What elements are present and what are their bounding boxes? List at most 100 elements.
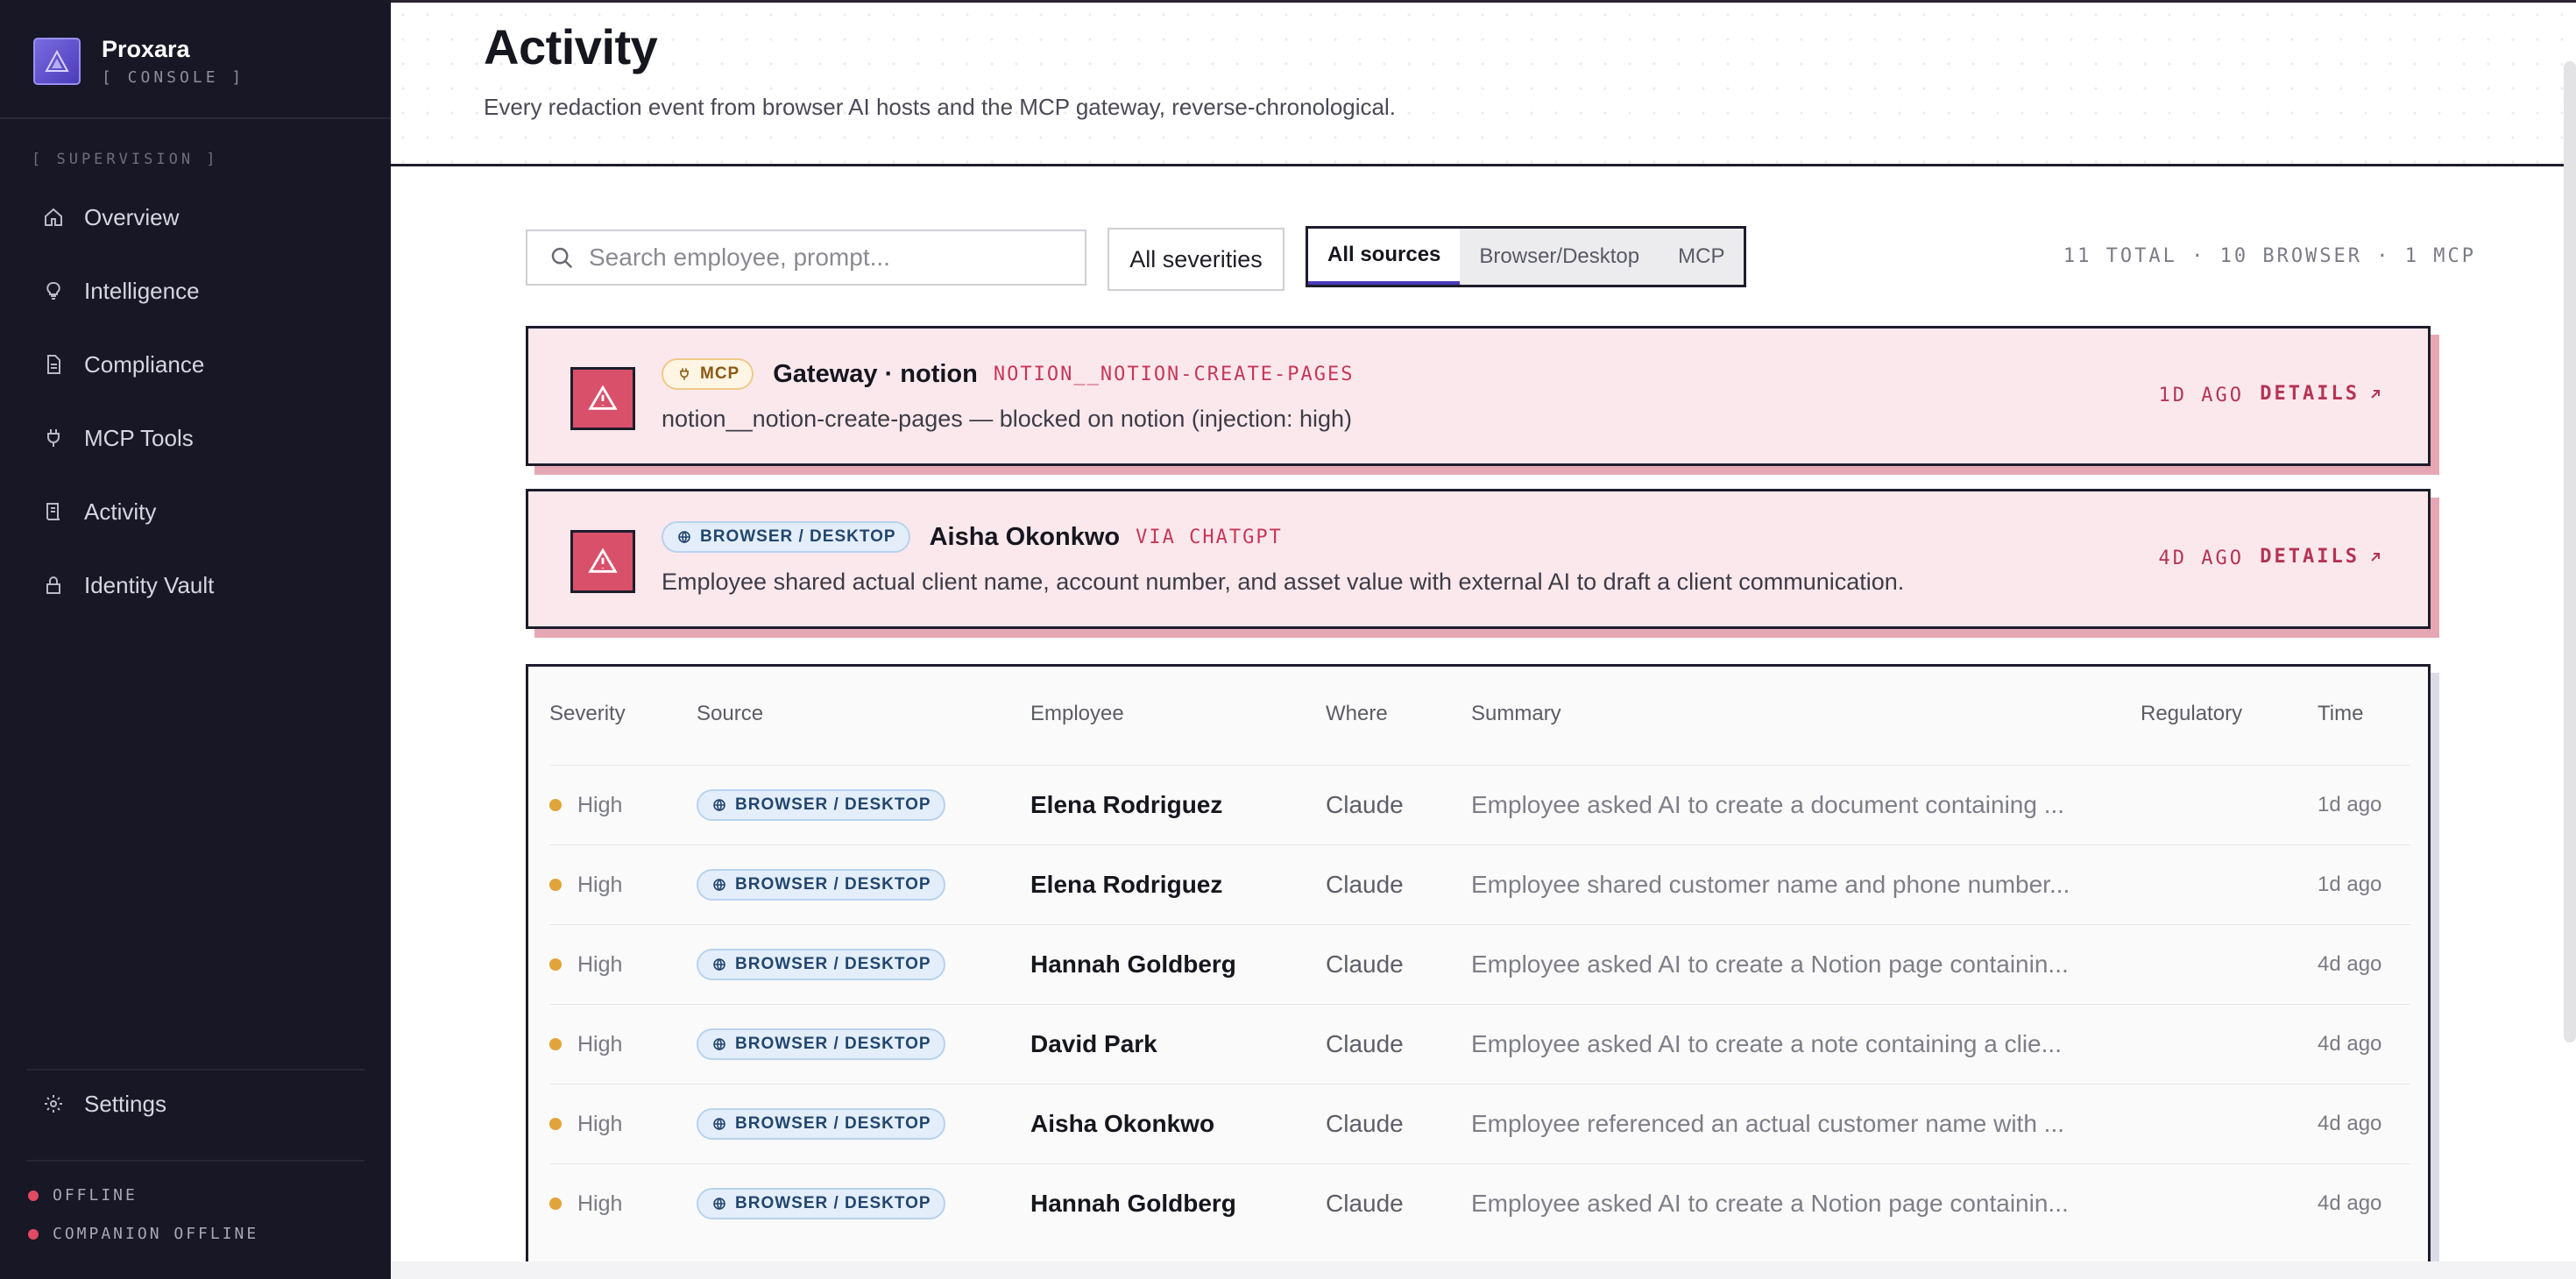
column-header-regulatory[interactable]: Regulatory <box>2141 702 2242 726</box>
search-input[interactable] <box>589 244 1079 272</box>
table-row[interactable]: High BROWSER / DESKTOP Hannah Goldberg Clau… <box>549 1163 2410 1242</box>
summary-cell: Employee referenced an actual customer n… <box>1471 1110 2065 1137</box>
badge-label: BROWSER / DESKTOP <box>700 527 896 546</box>
source-cell: BROWSER / DESKTOP <box>697 1164 945 1243</box>
source-badge-browser-desktop: BROWSER / DESKTOP <box>697 1108 945 1140</box>
table-row[interactable]: High BROWSER / DESKTOP Elena Rodriguez Clau… <box>549 844 2410 923</box>
column-header-time[interactable]: Time <box>2318 702 2363 726</box>
severity-dot <box>549 1198 562 1210</box>
details-link[interactable]: DETAILS <box>2260 383 2382 405</box>
sidebar-item-label: Activity <box>84 498 157 525</box>
source-badge-mcp: MCP <box>662 358 754 390</box>
activity-table: Severity Source Employee Where Summary R… <box>526 664 2431 1279</box>
alert-tag: NOTION__NOTION-CREATE-PAGES <box>993 363 1355 385</box>
severity-dot <box>549 1118 562 1130</box>
source-badge-browser-desktop: BROWSER / DESKTOP <box>697 789 945 821</box>
source-cell: BROWSER / DESKTOP <box>697 766 945 844</box>
sidebar-item-mcp-tools[interactable]: MCP Tools <box>42 419 194 457</box>
alert-age: 1D AGO <box>2158 385 2244 406</box>
severity-dot <box>549 879 562 891</box>
page-subtitle: Every redaction event from browser AI ho… <box>484 94 1396 120</box>
summary-cell: Employee shared customer name and phone … <box>1471 871 2070 898</box>
details-label: DETAILS <box>2260 383 2360 405</box>
alert-description: Employee shared actual client name, acco… <box>662 569 1905 595</box>
badge-label: BROWSER / DESKTOP <box>735 1194 931 1212</box>
brand[interactable]: Proxara [ CONSOLE ] <box>33 35 244 87</box>
details-link[interactable]: DETAILS <box>2260 546 2382 568</box>
page-header: Activity Every redaction event from brow… <box>391 0 2576 166</box>
column-header-summary[interactable]: Summary <box>1471 702 1561 726</box>
severity-cell: High <box>549 925 622 1004</box>
employee-name: Elena Rodriguez <box>1030 871 1223 898</box>
sidebar-item-activity[interactable]: Activity <box>42 492 156 531</box>
source-badge-browser-desktop: BROWSER / DESKTOP <box>697 1188 945 1219</box>
alert-title: Aisha Okonkwo <box>929 522 1121 551</box>
time-cell: 4d ago <box>2318 1032 2382 1056</box>
badge-label: BROWSER / DESKTOP <box>735 1114 931 1133</box>
column-header-source[interactable]: Source <box>697 702 763 726</box>
sidebar-item-settings[interactable]: Settings <box>42 1085 166 1123</box>
sidebar-item-overview[interactable]: Overview <box>42 198 179 237</box>
where-cell: Claude <box>1326 1190 1404 1217</box>
badge-label: BROWSER / DESKTOP <box>735 875 931 894</box>
severity-cell: High <box>549 766 622 844</box>
page-title: Activity <box>484 19 658 74</box>
source-cell: BROWSER / DESKTOP <box>697 1005 945 1084</box>
source-option-mcp[interactable]: MCP <box>1659 229 1744 285</box>
employee-name: Hannah Goldberg <box>1030 950 1236 978</box>
severity-cell: High <box>549 1164 622 1243</box>
arrow-up-right-icon <box>2368 387 2382 401</box>
warning-icon <box>570 367 635 430</box>
summary-cell: Employee asked AI to create a document c… <box>1471 791 2065 818</box>
time-cell: 1d ago <box>2318 793 2382 816</box>
severity-cell: High <box>549 845 622 924</box>
badge-label: BROWSER / DESKTOP <box>735 795 931 814</box>
plug-icon <box>42 427 65 449</box>
brand-name: Proxara <box>102 36 190 62</box>
sidebar-item-compliance[interactable]: Compliance <box>42 345 204 384</box>
scrollbar[interactable] <box>2564 61 2576 1042</box>
status-label: COMPANION OFFLINE <box>53 1225 259 1243</box>
employee-name: Aisha Okonkwo <box>1030 1110 1215 1137</box>
plug-icon <box>676 365 693 383</box>
table-row[interactable]: High BROWSER / DESKTOP Hannah Goldberg Clau… <box>549 924 2410 1003</box>
severity-label: High <box>577 1111 623 1136</box>
time-cell: 4d ago <box>2318 1191 2382 1215</box>
main-content: All severities All sources Browser/Deskt… <box>391 168 2576 1279</box>
column-header-severity[interactable]: Severity <box>549 702 626 726</box>
search-box[interactable] <box>526 230 1086 286</box>
time-cell: 4d ago <box>2318 1112 2382 1135</box>
alert-card[interactable]: BROWSER / DESKTOP Aisha Okonkwo VIA CHAT… <box>526 489 2431 629</box>
severity-dot <box>549 958 562 971</box>
table-row[interactable]: High BROWSER / DESKTOP Aisha Okonkwo Claude… <box>549 1084 2410 1162</box>
severity-dot <box>549 799 562 811</box>
source-badge-browser-desktop: BROWSER / DESKTOP <box>697 1028 945 1060</box>
severity-label: High <box>577 792 623 817</box>
column-header-where[interactable]: Where <box>1326 702 1388 726</box>
column-header-employee[interactable]: Employee <box>1030 702 1124 726</box>
alert-card[interactable]: MCP Gateway · notion NOTION__NOTION-CREA… <box>526 326 2431 466</box>
severity-filter[interactable]: All severities <box>1108 228 1284 291</box>
where-cell: Claude <box>1326 1110 1404 1137</box>
summary-cell: Employee asked AI to create a Notion pag… <box>1471 1190 2069 1217</box>
severity-label: High <box>577 1031 623 1056</box>
table-row[interactable]: High BROWSER / DESKTOP David Park Claude Emp… <box>549 1004 2410 1083</box>
sidebar-item-identity-vault[interactable]: Identity Vault <box>42 566 214 604</box>
lock-icon <box>42 574 65 597</box>
source-option-browser-desktop[interactable]: Browser/Desktop <box>1460 229 1659 285</box>
status-offline: OFFLINE <box>28 1186 138 1205</box>
brand-subtitle: [ CONSOLE ] <box>102 68 245 87</box>
source-badge-browser-desktop: BROWSER / DESKTOP <box>662 521 910 553</box>
sidebar-item-intelligence[interactable]: Intelligence <box>42 272 200 310</box>
globe-icon <box>711 876 728 894</box>
globe-icon <box>711 1115 728 1133</box>
globe-icon <box>711 1195 728 1212</box>
sidebar-item-label: Identity Vault <box>84 571 215 598</box>
table-row[interactable]: High BROWSER / DESKTOP Elena Rodriguez Clau… <box>549 765 2410 844</box>
source-badge-browser-desktop: BROWSER / DESKTOP <box>697 869 945 901</box>
source-option-all[interactable]: All sources <box>1308 229 1461 285</box>
source-badge-browser-desktop: BROWSER / DESKTOP <box>697 949 945 980</box>
gear-icon <box>42 1092 65 1115</box>
employee-name: Elena Rodriguez <box>1030 791 1223 818</box>
sidebar-divider <box>26 1160 364 1162</box>
